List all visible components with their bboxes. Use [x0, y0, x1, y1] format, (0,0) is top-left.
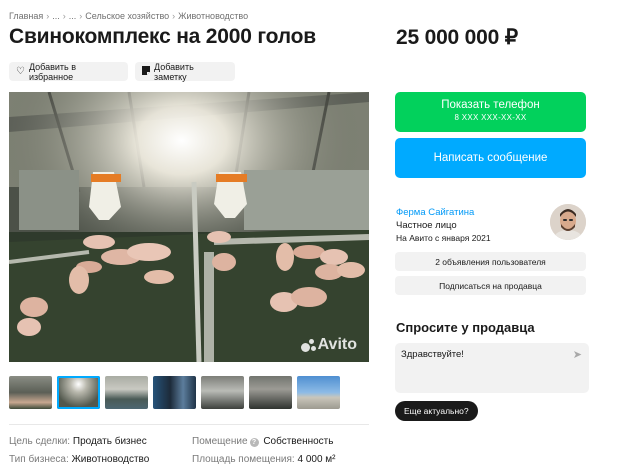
param-value: 4 000 м²	[297, 454, 336, 465]
send-icon[interactable]: ➤	[573, 348, 582, 361]
param-business-type: Тип бизнеса: Животноводство	[9, 454, 149, 465]
user-ads-button[interactable]: 2 объявления пользователя	[395, 252, 586, 271]
show-phone-button[interactable]: Показать телефон 8 XXX XXX-XX-XX	[395, 92, 586, 132]
note-icon	[142, 65, 150, 78]
param-area: Площадь помещения: 4 000 м²	[192, 454, 336, 465]
param-premises: Помещение? Собственность	[192, 436, 333, 447]
param-value: Животноводство	[71, 454, 150, 465]
divider	[9, 424, 369, 425]
breadcrumb-separator: ›	[46, 11, 50, 21]
avatar[interactable]	[550, 204, 586, 240]
seller-since: На Авито с января 2021	[396, 233, 491, 243]
page-title: Свинокомплекс на 2000 голов	[9, 25, 316, 48]
breadcrumb-separator: ›	[79, 11, 83, 21]
heart-icon: ♡	[16, 65, 25, 77]
price: 25 000 000 ₽	[396, 26, 518, 49]
pig-farm-photo	[9, 92, 369, 362]
seller-type: Частное лицо	[396, 220, 457, 231]
breadcrumb-separator: ›	[62, 11, 66, 21]
thumbnail-active[interactable]	[57, 376, 100, 409]
param-label: Тип бизнеса:	[9, 454, 69, 465]
add-to-favorites-label: Добавить в избранное	[28, 61, 77, 82]
ask-seller-title: Спросите у продавца	[396, 320, 535, 335]
param-value: Продать бизнес	[72, 436, 147, 447]
quick-reply-chip[interactable]: Еще актуально?	[395, 401, 478, 421]
thumbnail[interactable]	[249, 376, 292, 409]
add-note-label: Добавить заметку	[154, 61, 194, 82]
main-photo[interactable]: Avito	[9, 92, 369, 362]
param-label: Помещение	[192, 436, 248, 447]
breadcrumb-home[interactable]: Главная	[9, 11, 43, 21]
show-phone-label: Показать телефон	[441, 99, 540, 111]
subscribe-seller-button[interactable]: Подписаться на продавца	[395, 276, 586, 295]
breadcrumb-agriculture[interactable]: Сельское хозяйство	[85, 11, 169, 21]
thumbnail[interactable]	[297, 376, 340, 409]
breadcrumb-livestock[interactable]: Животноводство	[178, 11, 248, 21]
write-message-button[interactable]: Написать сообщение	[395, 138, 586, 178]
param-label: Цель сделки:	[9, 436, 71, 447]
thumbnail[interactable]	[153, 376, 196, 409]
info-icon[interactable]: ?	[249, 438, 259, 447]
seller-info: Ферма Сайгатина Частное лицо На Авито с …	[396, 206, 491, 245]
breadcrumb: Главная ›... ›... › Сельское хозяйство › Живот…	[9, 11, 248, 21]
avito-watermark-text: Avito	[317, 336, 357, 353]
avito-logo-icon	[300, 338, 316, 353]
ask-seller-input[interactable]	[401, 349, 561, 360]
ask-seller-box: ➤	[395, 343, 589, 393]
param-deal-goal: Цель сделки: Продать бизнес	[9, 436, 147, 447]
breadcrumb-collapsed-1[interactable]: ...	[52, 11, 60, 21]
thumbnail[interactable]	[201, 376, 244, 409]
breadcrumb-separator: ›	[172, 11, 176, 21]
thumbnail[interactable]	[9, 376, 52, 409]
seller-name-link[interactable]: Ферма Сайгатина	[396, 206, 491, 219]
phone-masked: 8 XXX XXX-XX-XX	[454, 113, 527, 122]
thumbnail-strip	[9, 376, 369, 410]
thumbnail[interactable]	[105, 376, 148, 409]
avito-watermark: Avito	[300, 336, 357, 354]
add-note-button[interactable]: Добавить заметку	[135, 61, 235, 82]
param-label: Площадь помещения:	[192, 454, 295, 465]
breadcrumb-collapsed-2[interactable]: ...	[69, 11, 77, 21]
avatar-image	[550, 204, 586, 240]
param-value: Собственность	[263, 436, 334, 447]
add-to-favorites-button[interactable]: ♡ Добавить в избранное	[9, 61, 128, 82]
